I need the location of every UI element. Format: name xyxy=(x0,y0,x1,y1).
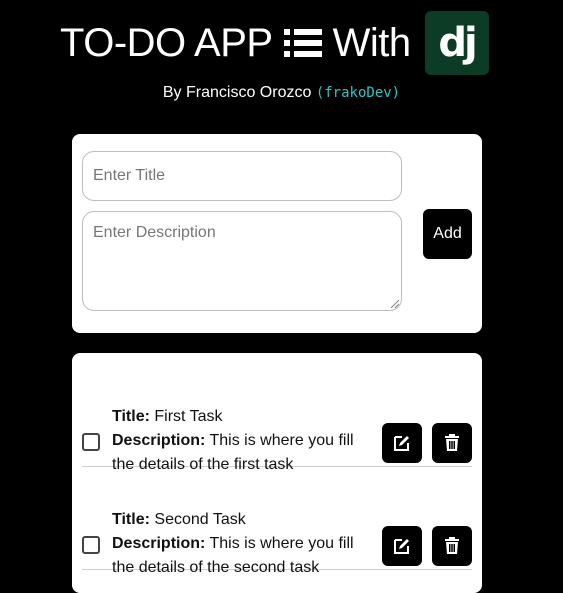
title-input[interactable]: Enter Title xyxy=(82,151,402,201)
app-header: TO-DO APP With dj xyxy=(0,10,563,76)
django-logo-text: dj xyxy=(438,20,477,66)
task-description-label: Description: xyxy=(112,535,206,552)
trash-icon xyxy=(445,537,459,554)
list-icon xyxy=(283,29,322,57)
task-description-label: Description: xyxy=(112,432,206,449)
delete-button[interactable] xyxy=(432,423,472,463)
author-name: By Francisco Orozco xyxy=(162,84,312,101)
edit-icon xyxy=(394,436,409,451)
task-form-card: Enter Title Enter Description Add xyxy=(72,134,482,333)
task-item: Title: First Task Description: This is w… xyxy=(82,366,472,473)
task-checkbox[interactable] xyxy=(82,433,100,451)
task-title: Second Task xyxy=(154,511,246,528)
task-details: Title: Second Task Description: This is … xyxy=(112,508,362,580)
task-item: Title: Second Task Description: This is … xyxy=(82,469,472,576)
trash-icon xyxy=(445,434,459,451)
task-details: Title: First Task Description: This is w… xyxy=(112,405,362,477)
task-title-label: Title: xyxy=(112,511,150,528)
app-title: TO-DO APP xyxy=(60,20,273,65)
edit-icon xyxy=(394,539,409,554)
with-text: With xyxy=(332,20,412,65)
edit-button[interactable] xyxy=(382,526,422,566)
task-checkbox[interactable] xyxy=(82,536,100,554)
author-handle: (frakoDev) xyxy=(315,85,401,101)
resize-grip-icon[interactable] xyxy=(391,300,399,308)
task-list-card: Title: First Task Description: This is w… xyxy=(72,353,482,593)
description-textarea[interactable]: Enter Description xyxy=(82,211,402,311)
add-button[interactable]: Add xyxy=(423,209,472,259)
title-placeholder: Enter Title xyxy=(93,167,166,184)
byline: By Francisco Orozco (frakoDev) xyxy=(0,84,563,102)
task-title: First Task xyxy=(154,408,223,425)
description-placeholder: Enter Description xyxy=(93,224,216,241)
task-title-label: Title: xyxy=(112,408,150,425)
delete-button[interactable] xyxy=(432,526,472,566)
title-row: TO-DO APP With dj xyxy=(60,10,489,76)
django-logo: dj xyxy=(424,11,489,75)
edit-button[interactable] xyxy=(382,423,422,463)
